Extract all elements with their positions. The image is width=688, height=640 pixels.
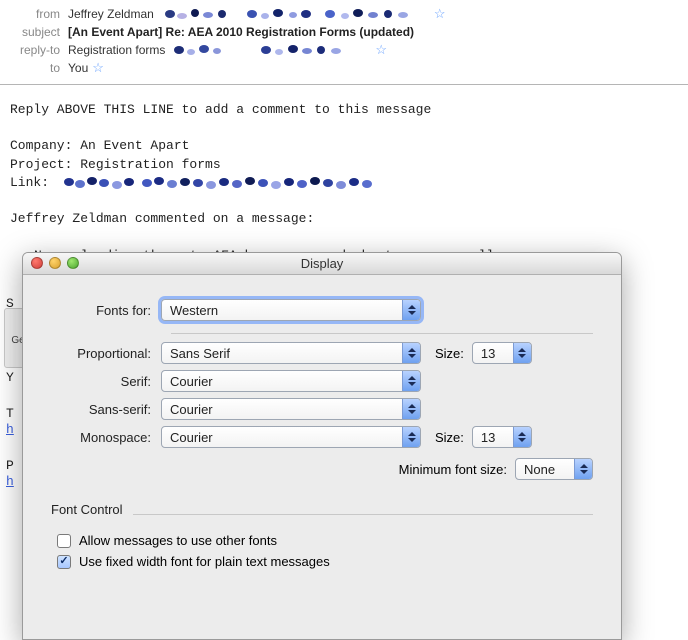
chevron-updown-icon [513,427,531,447]
link-label: Link: [10,175,49,190]
window-body: Fonts for: Western Proportional: Sans Se… [23,275,621,569]
fonts-for-value: Western [162,303,402,318]
row-serif: Serif: Courier [51,370,593,392]
proportional-value: Sans Serif [162,346,402,361]
display-window: Display Fonts for: Western Proportional:… [22,252,622,640]
from-label: from [8,7,68,21]
font-control-heading-row: Font Control [51,502,593,527]
bg-letter: T [6,406,14,421]
redacted-splotch [171,43,371,57]
to-value: You [68,61,88,75]
min-font-label: Minimum font size: [399,462,507,477]
bg-letter: h [6,422,14,437]
monospace-select[interactable]: Courier [161,426,421,448]
redacted-splotch [160,7,430,21]
redacted-splotch [61,175,381,189]
serif-select[interactable]: Courier [161,370,421,392]
divider [133,514,593,515]
fonts-for-select[interactable]: Western [161,299,421,321]
chevron-updown-icon [402,399,420,419]
proportional-label: Proportional: [51,346,161,361]
proportional-size-select[interactable]: 13 [472,342,532,364]
star-icon[interactable]: ☆ [434,6,446,22]
header-row-subject: subject [An Event Apart] Re: AEA 2010 Re… [8,24,680,40]
min-font-value: None [516,462,574,477]
row-sans-serif: Sans-serif: Courier [51,398,593,420]
divider [171,333,593,334]
checkbox-allow-other-fonts[interactable] [57,534,71,548]
proportional-select[interactable]: Sans Serif [161,342,421,364]
checkbox-fixed-width[interactable] [57,555,71,569]
header-row-from: from Jeffrey Zeldman ☆ [8,6,680,22]
to-label: to [8,61,68,75]
sans-label: Sans-serif: [51,402,161,417]
row-monospace: Monospace: Courier Size: 13 [51,426,593,448]
zoom-icon[interactable] [67,257,79,269]
star-icon[interactable]: ☆ [375,42,387,58]
header-row-to: to You ☆ [8,60,680,76]
row-allow-other-fonts[interactable]: Allow messages to use other fonts [57,533,593,548]
proportional-size-value: 13 [473,346,513,361]
subject-label: subject [8,25,68,39]
replyto-label: reply-to [8,43,68,57]
minimize-icon[interactable] [49,257,61,269]
chevron-updown-icon [402,427,420,447]
fonts-for-label: Fonts for: [51,303,161,318]
font-control-title: Font Control [51,502,123,517]
chevron-updown-icon [402,300,420,320]
close-icon[interactable] [31,257,43,269]
reply-notice: Reply ABOVE THIS LINE to add a comment t… [10,101,678,119]
company-line: Company: An Event Apart [10,137,678,155]
bg-letter: S [6,296,14,311]
comment-intro: Jeffrey Zeldman commented on a message: [10,210,678,228]
chevron-updown-icon [513,343,531,363]
project-line: Project: Registration forms [10,156,678,174]
proportional-size-label: Size: [435,346,464,361]
row-fonts-for: Fonts for: Western [51,299,593,321]
titlebar[interactable]: Display [23,253,621,275]
row-proportional: Proportional: Sans Serif Size: 13 [51,342,593,364]
bg-letter: h [6,474,14,489]
traffic-lights [31,257,79,269]
email-headers: from Jeffrey Zeldman ☆ subject [An Event… [0,0,688,85]
allow-other-fonts-label: Allow messages to use other fonts [79,533,277,548]
bg-letter: Y [6,370,14,385]
monospace-size-select[interactable]: 13 [472,426,532,448]
chevron-updown-icon [574,459,592,479]
star-icon[interactable]: ☆ [92,60,104,76]
replyto-value: Registration forms [68,43,165,57]
row-min-font: Minimum font size: None [51,458,593,480]
fixed-width-label: Use fixed width font for plain text mess… [79,554,330,569]
row-fixed-width[interactable]: Use fixed width font for plain text mess… [57,554,593,569]
chevron-updown-icon [402,371,420,391]
sans-value: Courier [162,402,402,417]
mono-size-value: 13 [473,430,513,445]
min-font-select[interactable]: None [515,458,593,480]
sans-serif-select[interactable]: Courier [161,398,421,420]
serif-label: Serif: [51,374,161,389]
from-value: Jeffrey Zeldman [68,7,154,21]
chevron-updown-icon [402,343,420,363]
mono-label: Monospace: [51,430,161,445]
serif-value: Courier [162,374,402,389]
mono-size-label: Size: [435,430,464,445]
bg-letter: P [6,458,14,473]
window-title: Display [301,256,344,271]
mono-value: Courier [162,430,402,445]
subject-value: [An Event Apart] Re: AEA 2010 Registrati… [68,25,414,39]
link-line: Link: [10,174,678,192]
header-row-replyto: reply-to Registration forms ☆ [8,42,680,58]
